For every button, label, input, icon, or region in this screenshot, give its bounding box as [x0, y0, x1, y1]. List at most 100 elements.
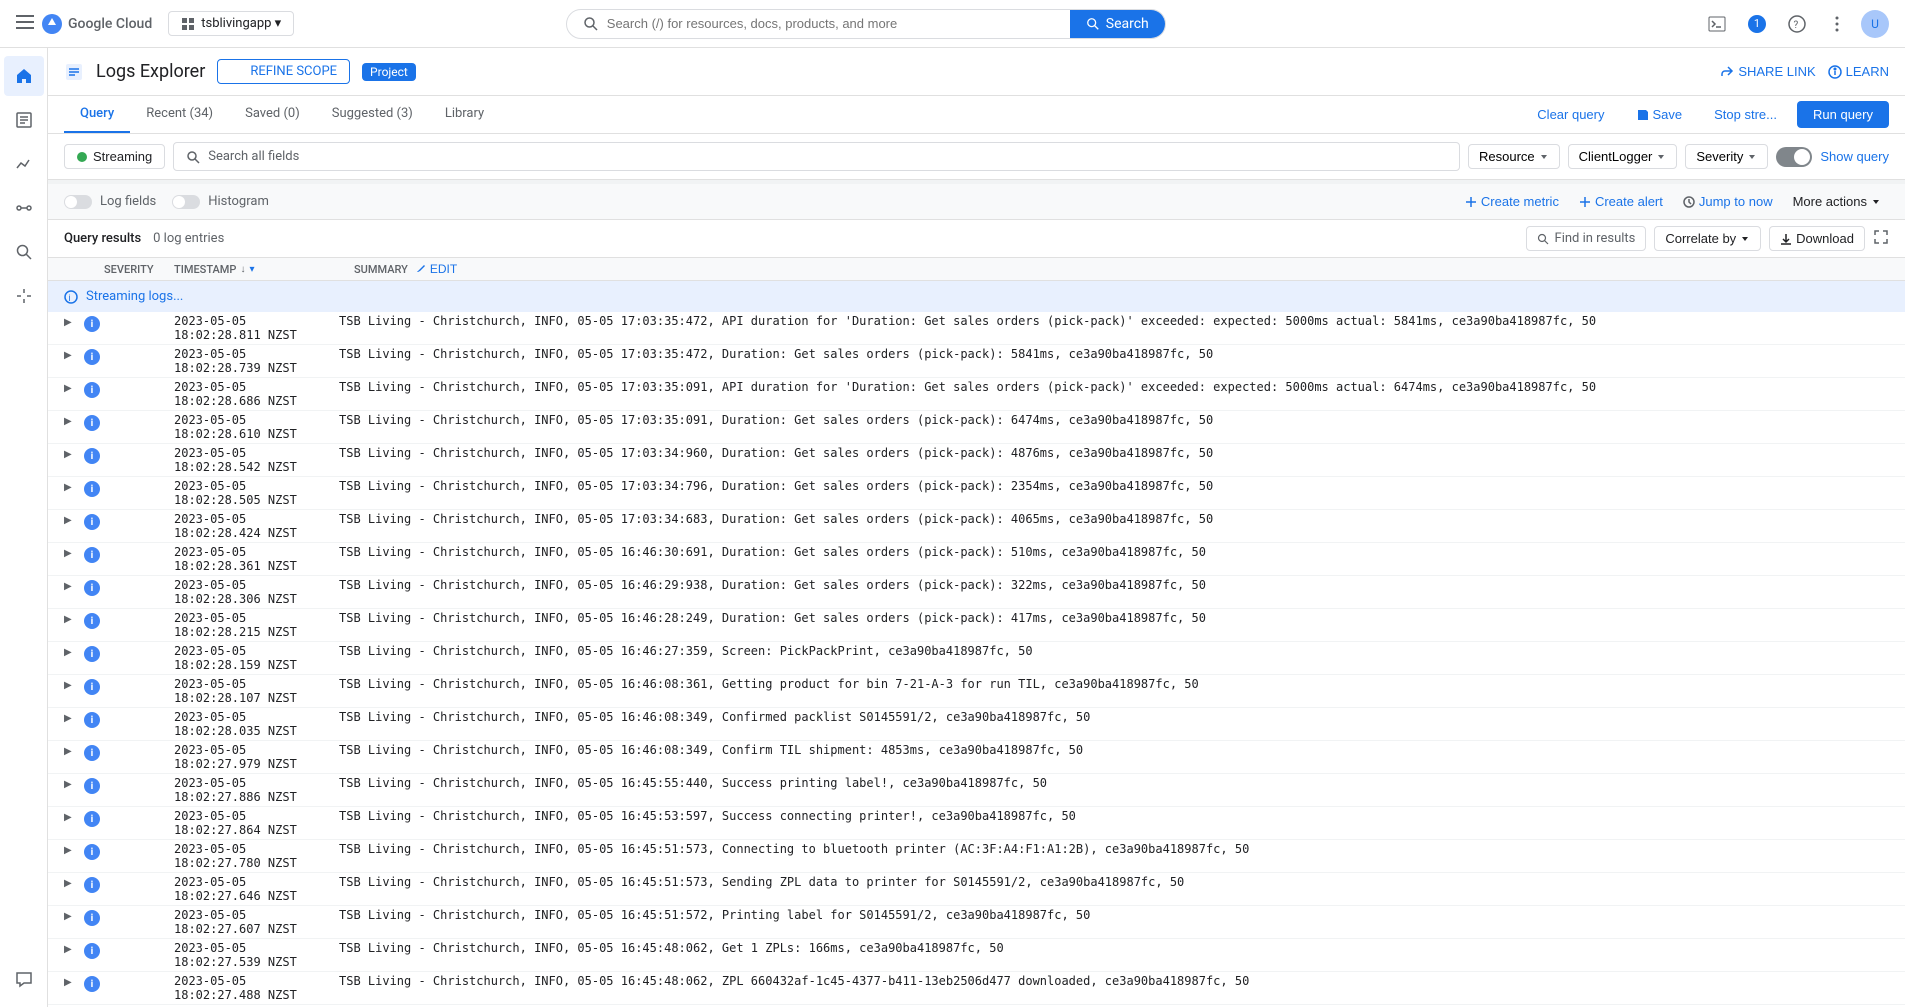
table-row[interactable]: ▶ i 2023-05-05 18:02:27.780 NZST TSB Liv…: [48, 840, 1905, 873]
row-summary: TSB Living - Christchurch, INFO, 05-05 1…: [339, 611, 1889, 625]
streaming-button[interactable]: Streaming: [64, 144, 165, 169]
row-expand-arrow[interactable]: ▶: [64, 317, 80, 328]
sidebar-profiler-icon[interactable]: [4, 276, 44, 316]
table-row[interactable]: ▶ i 2023-05-05 18:02:28.739 NZST TSB Liv…: [48, 345, 1905, 378]
resource-dropdown[interactable]: Resource: [1468, 144, 1560, 169]
row-expand-arrow[interactable]: ▶: [64, 449, 80, 460]
create-metric-button[interactable]: Create metric: [1457, 192, 1567, 211]
tab-recent[interactable]: Recent (34): [130, 96, 229, 133]
log-fields-toggle[interactable]: Log fields: [64, 194, 156, 209]
table-row[interactable]: ▶ i 2023-05-05 18:02:28.107 NZST TSB Liv…: [48, 675, 1905, 708]
row-expand-arrow[interactable]: ▶: [64, 416, 80, 427]
row-expand-arrow[interactable]: ▶: [64, 977, 80, 988]
create-alert-button[interactable]: Create alert: [1571, 192, 1671, 211]
row-expand-arrow[interactable]: ▶: [64, 878, 80, 889]
edit-columns-button[interactable]: EDIT: [416, 262, 457, 276]
search-button[interactable]: Search: [1070, 10, 1165, 38]
row-summary: TSB Living - Christchurch, INFO, 05-05 1…: [339, 842, 1889, 856]
sidebar-search-icon[interactable]: [4, 232, 44, 272]
refine-scope-button[interactable]: REFINE SCOPE: [217, 59, 350, 84]
jump-to-now-button[interactable]: Jump to now: [1675, 192, 1781, 211]
show-query-button[interactable]: Show query: [1820, 149, 1889, 164]
row-expand-arrow[interactable]: ▶: [64, 383, 80, 394]
client-logger-dropdown[interactable]: ClientLogger: [1568, 144, 1678, 169]
find-results-input[interactable]: Find in results: [1526, 226, 1647, 251]
more-options-icon[interactable]: [1821, 8, 1853, 40]
row-expand-arrow[interactable]: ▶: [64, 779, 80, 790]
save-button[interactable]: Save: [1625, 101, 1695, 128]
severity-dropdown[interactable]: Severity: [1685, 144, 1768, 169]
table-row[interactable]: ▶ i 2023-05-05 18:02:28.035 NZST TSB Liv…: [48, 708, 1905, 741]
row-expand-arrow[interactable]: ▶: [64, 911, 80, 922]
table-row[interactable]: ▶ i 2023-05-05 18:02:27.607 NZST TSB Liv…: [48, 906, 1905, 939]
table-row[interactable]: ▶ i 2023-05-05 18:02:27.886 NZST TSB Liv…: [48, 774, 1905, 807]
table-row[interactable]: ▶ i 2023-05-05 18:02:28.811 NZST TSB Liv…: [48, 312, 1905, 345]
correlate-button[interactable]: Correlate by: [1654, 226, 1761, 251]
share-link-button[interactable]: SHARE LINK: [1720, 64, 1815, 79]
row-expand-arrow[interactable]: ▶: [64, 713, 80, 724]
hamburger-menu[interactable]: [16, 12, 34, 36]
search-icon: [583, 16, 599, 32]
table-row[interactable]: ▶ i 2023-05-05 18:02:28.306 NZST TSB Liv…: [48, 576, 1905, 609]
table-row[interactable]: ▶ i 2023-05-05 18:02:28.215 NZST TSB Liv…: [48, 609, 1905, 642]
project-selector[interactable]: tsblivingapp ▾: [168, 11, 294, 36]
table-row[interactable]: ▶ i 2023-05-05 18:02:27.864 NZST TSB Liv…: [48, 807, 1905, 840]
row-info-icon: i: [84, 316, 100, 332]
row-expand-arrow[interactable]: ▶: [64, 746, 80, 757]
sidebar-logs-icon[interactable]: [4, 100, 44, 140]
histogram-toggle[interactable]: Histogram: [172, 194, 269, 209]
notification-icon[interactable]: 1: [1741, 8, 1773, 40]
tab-saved[interactable]: Saved (0): [229, 96, 316, 133]
table-row[interactable]: ▶ i 2023-05-05 18:02:27.979 NZST TSB Liv…: [48, 741, 1905, 774]
learn-button[interactable]: LEARN: [1828, 64, 1889, 79]
table-row[interactable]: ▶ i 2023-05-05 18:02:27.646 NZST TSB Liv…: [48, 873, 1905, 906]
timestamp-column-header[interactable]: TIMESTAMP ↓ ▾: [174, 263, 354, 276]
table-row[interactable]: ▶ i 2023-05-05 18:02:28.159 NZST TSB Liv…: [48, 642, 1905, 675]
sidebar-feedback-icon[interactable]: [4, 959, 44, 999]
global-search-input[interactable]: [607, 16, 1062, 31]
row-expand-arrow[interactable]: ▶: [64, 812, 80, 823]
row-expand-arrow[interactable]: ▶: [64, 614, 80, 625]
clear-query-button[interactable]: Clear query: [1525, 101, 1616, 128]
table-row[interactable]: ▶ i 2023-05-05 18:02:27.539 NZST TSB Liv…: [48, 939, 1905, 972]
table-row[interactable]: ▶ i 2023-05-05 18:02:28.424 NZST TSB Liv…: [48, 510, 1905, 543]
user-avatar[interactable]: U: [1861, 10, 1889, 38]
sidebar-home-icon[interactable]: [4, 56, 44, 96]
run-query-button[interactable]: Run query: [1797, 101, 1889, 128]
histogram-toggle-switch[interactable]: [172, 195, 200, 209]
query-toggle[interactable]: [1776, 147, 1812, 167]
row-summary: TSB Living - Christchurch, INFO, 05-05 1…: [339, 908, 1889, 922]
edit-icon: [416, 264, 426, 274]
sidebar-metrics-icon[interactable]: [4, 144, 44, 184]
table-row[interactable]: ▶ i 2023-05-05 18:02:28.542 NZST TSB Liv…: [48, 444, 1905, 477]
help-icon[interactable]: ?: [1781, 8, 1813, 40]
google-cloud-logo[interactable]: Google Cloud: [42, 14, 152, 34]
table-row[interactable]: ▶ i 2023-05-05 18:02:28.361 NZST TSB Liv…: [48, 543, 1905, 576]
table-row[interactable]: ▶ i 2023-05-05 18:02:28.610 NZST TSB Liv…: [48, 411, 1905, 444]
row-expand-arrow[interactable]: ▶: [64, 581, 80, 592]
table-row[interactable]: ▶ i 2023-05-05 18:02:27.488 NZST TSB Liv…: [48, 972, 1905, 1005]
sidebar-trace-icon[interactable]: [4, 188, 44, 228]
tab-suggested[interactable]: Suggested (3): [316, 96, 429, 133]
expand-icon[interactable]: [1873, 229, 1889, 249]
tab-library[interactable]: Library: [429, 96, 500, 133]
log-fields-toggle-switch[interactable]: [64, 195, 92, 209]
row-expand-arrow[interactable]: ▶: [64, 680, 80, 691]
more-actions-button[interactable]: More actions: [1785, 192, 1889, 211]
row-timestamp: 2023-05-05 18:02:28.739 NZST: [174, 347, 339, 375]
row-expand-arrow[interactable]: ▶: [64, 647, 80, 658]
tab-query[interactable]: Query: [64, 96, 130, 133]
stop-stream-button[interactable]: Stop stre...: [1702, 101, 1789, 128]
row-expand-arrow[interactable]: ▶: [64, 944, 80, 955]
row-expand-arrow[interactable]: ▶: [64, 482, 80, 493]
table-row[interactable]: ▶ i 2023-05-05 18:02:28.505 NZST TSB Liv…: [48, 477, 1905, 510]
row-expand-arrow[interactable]: ▶: [64, 845, 80, 856]
row-expand-arrow[interactable]: ▶: [64, 548, 80, 559]
download-button[interactable]: Download: [1769, 226, 1865, 251]
row-expand-arrow[interactable]: ▶: [64, 515, 80, 526]
terminal-icon[interactable]: [1701, 8, 1733, 40]
search-all-fields-bar[interactable]: Search all fields: [173, 142, 1460, 171]
row-expand-arrow[interactable]: ▶: [64, 350, 80, 361]
streaming-dot-icon: [77, 152, 87, 162]
table-row[interactable]: ▶ i 2023-05-05 18:02:28.686 NZST TSB Liv…: [48, 378, 1905, 411]
